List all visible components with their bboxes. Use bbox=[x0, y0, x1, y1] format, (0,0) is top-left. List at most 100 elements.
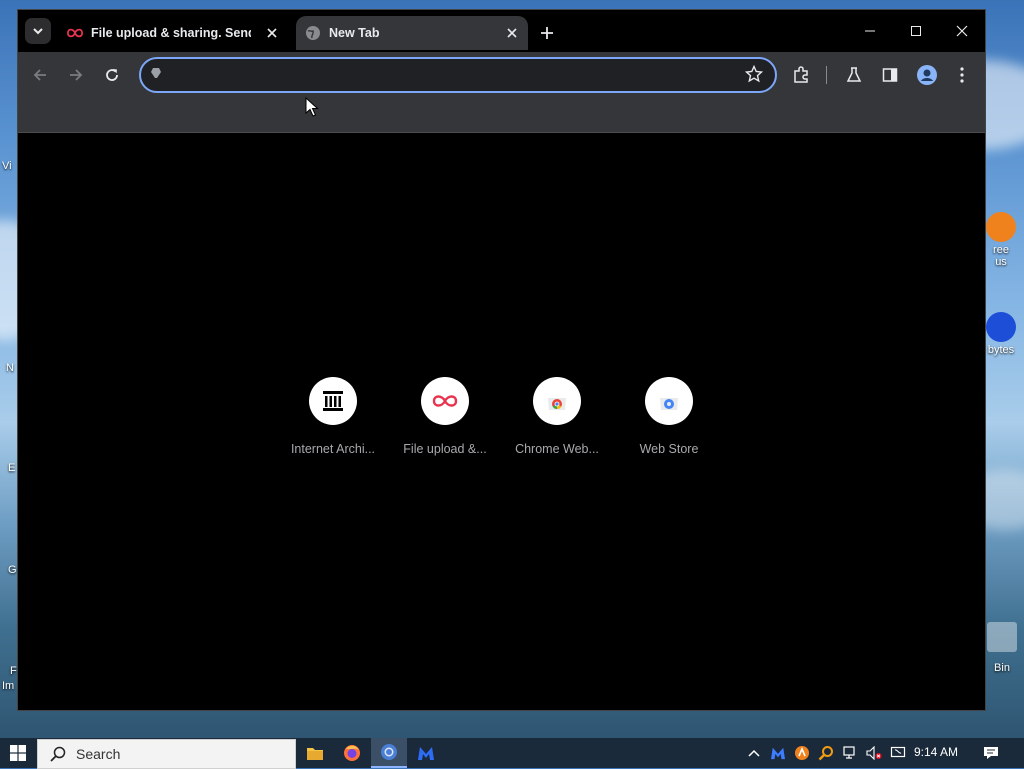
taskbar: Search 9:14 AM bbox=[0, 738, 1024, 769]
desktop-icon-label: Im bbox=[2, 680, 15, 692]
kebab-menu-icon bbox=[960, 67, 964, 83]
shortcut-label: File upload &... bbox=[403, 442, 487, 456]
tab-search-button[interactable] bbox=[25, 18, 51, 44]
tray-display[interactable] bbox=[890, 745, 906, 761]
firefox-icon bbox=[344, 745, 360, 761]
tab-strip: File upload & sharing. Send lar New Tab bbox=[18, 10, 985, 52]
desktop-icon-label: E bbox=[8, 462, 16, 474]
shortcut-file-upload[interactable]: File upload &... bbox=[389, 377, 501, 456]
profile-button[interactable] bbox=[914, 62, 940, 88]
chevron-down-icon bbox=[33, 28, 43, 35]
flask-icon bbox=[846, 67, 862, 82]
taskbar-search[interactable]: Search bbox=[37, 739, 296, 769]
address-bar[interactable] bbox=[139, 57, 777, 93]
maximize-button[interactable] bbox=[898, 18, 934, 44]
tray-avast[interactable] bbox=[794, 745, 810, 761]
show-hidden-icons-button[interactable] bbox=[746, 745, 762, 761]
browser-toolbar bbox=[18, 52, 985, 133]
extensions-button[interactable] bbox=[788, 62, 814, 88]
chrome-web-store-icon bbox=[548, 398, 566, 410]
avast-icon bbox=[795, 746, 809, 760]
arrow-right-icon bbox=[70, 69, 83, 81]
shortcut-label: Web Store bbox=[639, 442, 699, 456]
folder-icon bbox=[307, 748, 323, 760]
side-panel-icon bbox=[882, 68, 898, 82]
internet-archive-icon bbox=[323, 391, 343, 411]
search-placeholder: Search bbox=[76, 746, 121, 762]
notification-icon bbox=[984, 747, 998, 759]
browser-window: File upload & sharing. Send lar New Tab bbox=[18, 10, 985, 710]
mouse-cursor-icon bbox=[305, 97, 319, 117]
toolbar-divider bbox=[826, 66, 827, 84]
minimize-button[interactable] bbox=[852, 18, 888, 44]
plus-icon bbox=[541, 27, 553, 39]
forward-button[interactable] bbox=[63, 62, 89, 88]
tab-title: File upload & sharing. Send lar bbox=[91, 26, 251, 40]
new-tab-button[interactable] bbox=[537, 23, 557, 43]
shortcut-internet-archive[interactable]: Internet Archi... bbox=[277, 377, 389, 456]
shortcut-chrome-web-store[interactable]: Chrome Web... bbox=[501, 377, 613, 456]
action-center-button[interactable] bbox=[983, 745, 999, 761]
chevron-up-icon bbox=[748, 749, 760, 757]
minimize-icon bbox=[865, 30, 875, 32]
magnifier-icon bbox=[818, 746, 833, 761]
taskbar-clock[interactable]: 9:14 AM bbox=[914, 745, 958, 759]
reload-icon bbox=[106, 69, 118, 81]
malwarebytes-icon bbox=[771, 747, 785, 760]
web-store-icon bbox=[660, 398, 678, 410]
desktop-icon-label: G bbox=[8, 564, 17, 576]
globe-icon bbox=[305, 25, 321, 41]
taskbar-file-explorer[interactable] bbox=[297, 738, 333, 768]
tray-search-tool[interactable] bbox=[818, 745, 834, 761]
shortcut-label: Chrome Web... bbox=[515, 442, 599, 456]
labs-button[interactable] bbox=[841, 62, 867, 88]
search-icon bbox=[50, 746, 66, 762]
reload-button[interactable] bbox=[99, 62, 125, 88]
shortcut-circle bbox=[533, 377, 581, 425]
windows-logo-icon bbox=[10, 745, 26, 761]
shortcut-circle bbox=[645, 377, 693, 425]
malwarebytes-icon bbox=[986, 312, 1016, 342]
bookmark-star-icon[interactable] bbox=[745, 65, 763, 83]
recycle-bin-icon bbox=[987, 622, 1017, 652]
volume-muted-icon bbox=[866, 746, 882, 760]
filemail-icon bbox=[432, 395, 458, 407]
close-icon bbox=[956, 25, 968, 37]
puzzle-piece-icon bbox=[794, 66, 808, 83]
side-panel-button[interactable] bbox=[877, 62, 903, 88]
malwarebytes-icon bbox=[418, 747, 434, 760]
tray-network[interactable] bbox=[842, 745, 858, 761]
arrow-left-icon bbox=[33, 69, 46, 81]
menu-button[interactable] bbox=[949, 62, 975, 88]
avatar-icon bbox=[917, 65, 937, 85]
search-engine-icon bbox=[151, 68, 161, 78]
tab-new-tab[interactable]: New Tab bbox=[296, 16, 528, 50]
taskbar-malwarebytes[interactable] bbox=[408, 738, 444, 768]
desktop-icon-label: Bin bbox=[994, 662, 1010, 674]
close-tab-icon[interactable] bbox=[264, 25, 280, 41]
shortcut-web-store[interactable]: Web Store bbox=[613, 377, 725, 456]
taskbar-firefox[interactable] bbox=[334, 738, 370, 768]
address-input[interactable] bbox=[171, 63, 735, 87]
desktop-icon-recycle-bin[interactable]: Bin bbox=[980, 622, 1024, 674]
shortcut-circle bbox=[309, 377, 357, 425]
close-tab-icon[interactable] bbox=[504, 25, 520, 41]
desktop-icon-label: F bbox=[10, 665, 17, 677]
tray-volume[interactable] bbox=[866, 745, 882, 761]
shortcut-circle bbox=[421, 377, 469, 425]
tab-title: New Tab bbox=[329, 26, 380, 40]
maximize-icon bbox=[911, 26, 921, 36]
start-button[interactable] bbox=[0, 738, 36, 768]
chrome-icon bbox=[381, 744, 397, 760]
taskbar-chrome[interactable] bbox=[371, 738, 407, 768]
filemail-icon bbox=[67, 25, 83, 41]
desktop-icon-label: Vi bbox=[2, 160, 12, 172]
tray-malwarebytes[interactable] bbox=[770, 745, 786, 761]
desktop-icon-label: N bbox=[6, 362, 14, 374]
display-icon bbox=[890, 746, 906, 758]
network-icon bbox=[843, 746, 855, 759]
tab-file-upload[interactable]: File upload & sharing. Send lar bbox=[58, 16, 288, 50]
close-window-button[interactable] bbox=[944, 18, 980, 44]
back-button[interactable] bbox=[27, 62, 53, 88]
avast-icon bbox=[986, 212, 1016, 242]
